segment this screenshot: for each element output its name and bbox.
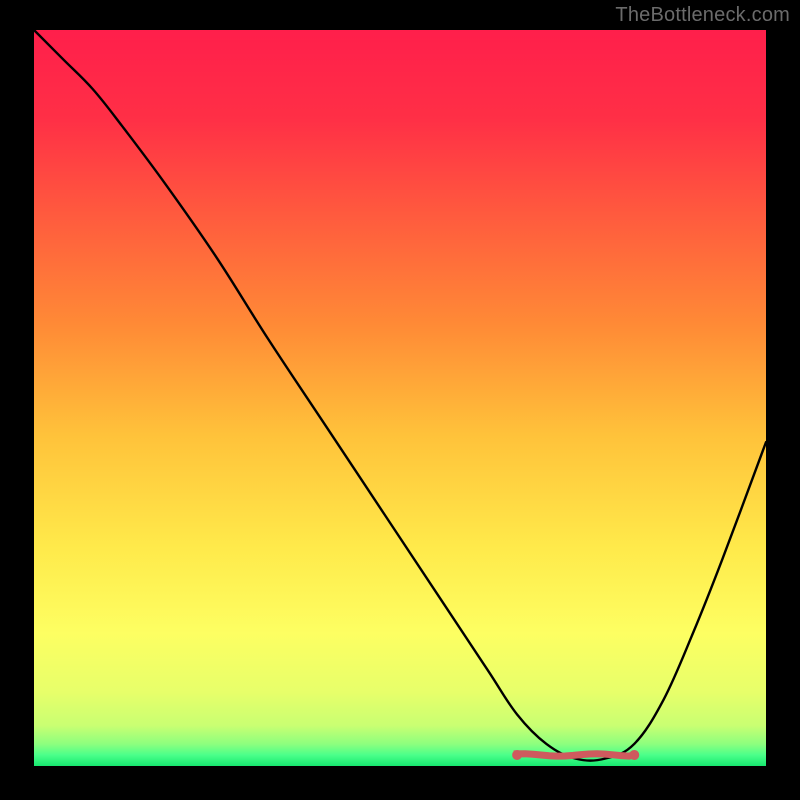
chart-frame: TheBottleneck.com xyxy=(0,0,800,800)
plot-svg xyxy=(34,30,766,766)
gradient-bg xyxy=(34,30,766,766)
flat-marker-start xyxy=(512,750,522,760)
watermark-text: TheBottleneck.com xyxy=(615,4,790,27)
plot-area xyxy=(34,30,766,766)
flat-marker-line xyxy=(517,754,634,756)
flat-marker-end xyxy=(629,750,639,760)
